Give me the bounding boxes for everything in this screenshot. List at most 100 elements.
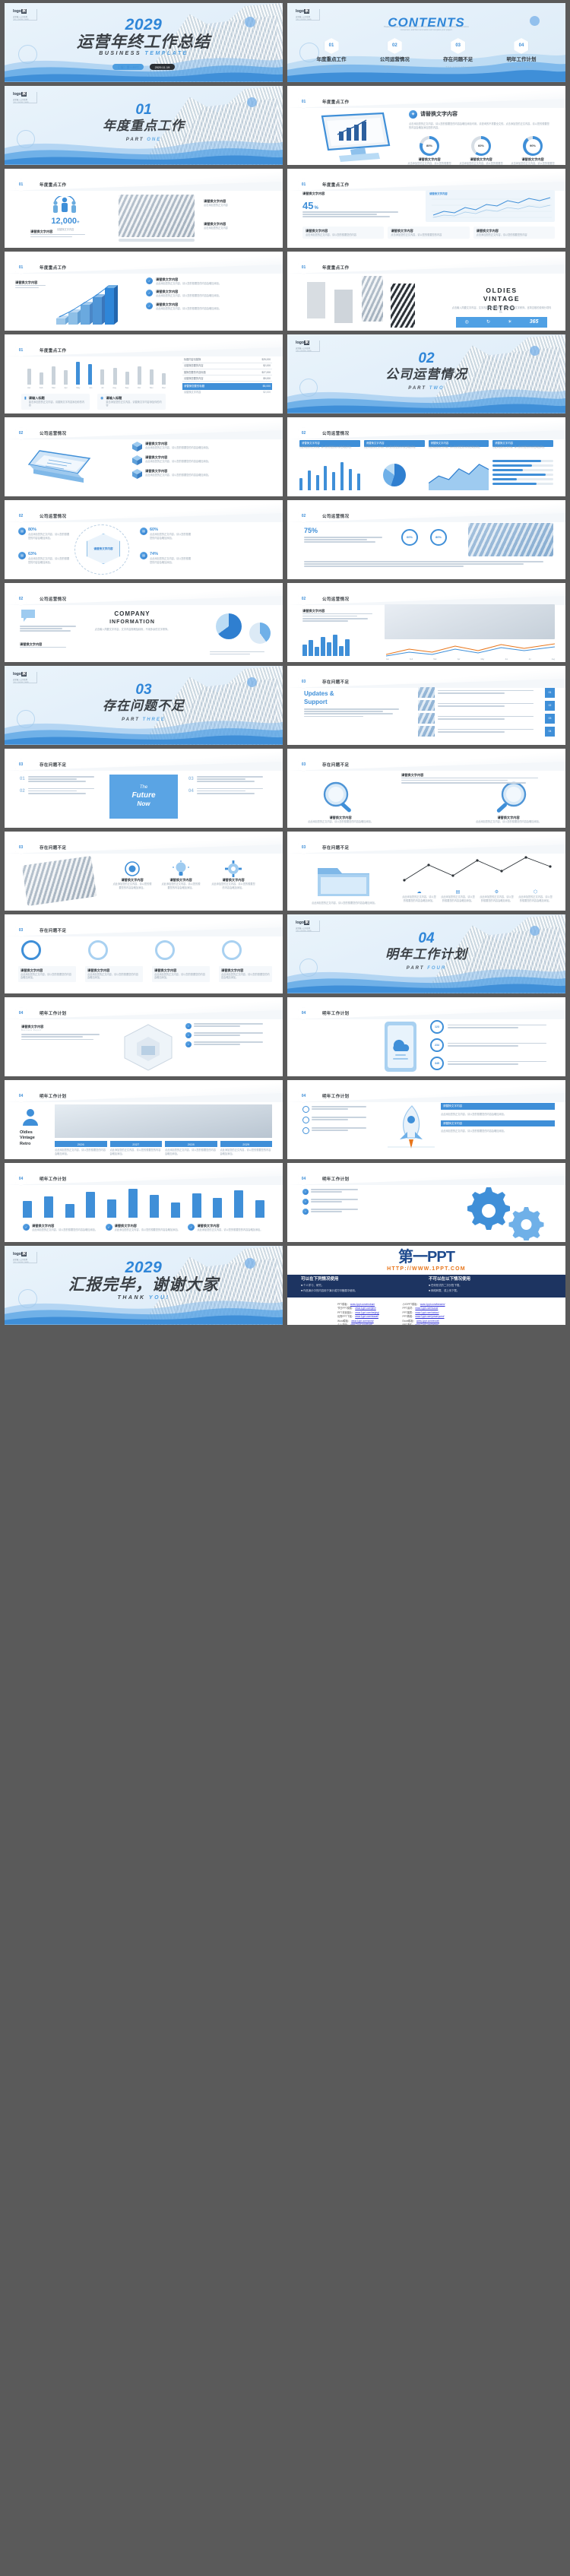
icon-desc: 点此添加您的正文内容，请以您的想要您的内容会略加添加。 xyxy=(518,895,553,902)
item-number: 01 xyxy=(20,777,25,781)
slide-bars-and-table[interactable]: 01 年度重点工作 Jan Feb Mar Apr May Jun Jul Au… xyxy=(5,334,283,413)
stat-value: 12,000+ xyxy=(51,217,80,226)
slide-hexagon-percent[interactable]: 02 公司运营情况 请替换文字内容 ▤ 80% 点此添加您的正文内容，请以您的想… xyxy=(5,500,283,579)
chart-desc: 点此添加您的正文内容，请以您的想要您的内容会略加添加。 xyxy=(299,446,353,448)
section-part: PART FOUR xyxy=(287,965,565,971)
card-desc: 单击添加您的正文内容，请替换文字内容添加你的内容 xyxy=(28,400,85,407)
contents-item-2[interactable]: 02 公司运营情况 The part two xyxy=(372,38,417,68)
left-caption-text: 点此添加您的正文内容，请以您的想要您的内容会略加添加。 xyxy=(311,901,378,905)
card-desc: 点击添加您的正文内容，请以您的想要您的内容 xyxy=(306,233,356,236)
value-badge: 345 xyxy=(430,1057,444,1070)
slide-company-information[interactable]: 02 公司运营情况 请替换文字内容 COMPANY INFORMATION 点击… xyxy=(5,583,283,662)
tablet-photo xyxy=(21,855,97,907)
cover-slide[interactable]: logo来 这里输入公司名称 THE COMPANY NAME 2029 运营年… xyxy=(5,3,283,82)
list-item[interactable]: 04 xyxy=(418,726,555,737)
card-title: 请替换文字内容 xyxy=(441,1103,555,1110)
chart-desc: 点此添加您的正文内容，请以您的想要您的内容会略加添加。 xyxy=(363,446,417,448)
stat-desc: 点此添加您的正文内容，请以您的想要您的内容会略加添加。 xyxy=(150,557,192,565)
slide-city-timeline[interactable]: 04 明年工作计划 Oldies Vintage Retro 2026 2027… xyxy=(5,1080,283,1159)
logo-mark: logo xyxy=(296,9,304,14)
magnifier-icon xyxy=(323,781,351,813)
brand-license-slide[interactable]: 第一PPT HTTP://WWW.1PPT.COM 可以在下列情况使用 ■ 个人… xyxy=(287,1246,565,1325)
dot-icon: • xyxy=(302,1199,309,1205)
card-item: 请替换文字内容 点此添加您的正文内容，请以您的想要您的内容会略加添加。 xyxy=(219,966,272,983)
section-divider-03[interactable]: logo来 这里输入公司名称 THE COMPANY NAME 03 存在问题不… xyxy=(5,666,283,745)
slide-future-now[interactable]: 03 存在问题不足 The Future Now 01 02 03 04 xyxy=(5,749,283,828)
header-label: 公司运营情况 xyxy=(40,515,67,519)
slide-magnifier[interactable]: 03 存在问题不足 请替换文字内容 点此添加您的正文内容，请以您的想要您的内容会… xyxy=(287,749,565,828)
thankyou-slide[interactable]: logo来 这里输入公司名称 THE COMPANY NAME 2029 汇报完… xyxy=(5,1246,283,1325)
left-text xyxy=(302,211,409,219)
slide-vintage-photos[interactable]: 01 年度重点工作 OLDIES VINTAGE RETRO 点击输入简要文字内… xyxy=(287,252,565,331)
list-item[interactable]: 02 xyxy=(418,700,555,711)
slide-75-percent-photo[interactable]: 02 公司运营情况 75% 60% 80% xyxy=(287,500,565,579)
list-item: • xyxy=(185,1023,269,1029)
card-desc: 点此添加您的正文内容，请以您的想要您的内容会略加添加。 xyxy=(87,972,138,980)
slide-stat-laptop[interactable]: 01 年度重点工作 12,000+ 请替换文字内容 请替换文字内容 请替换文字内… xyxy=(5,169,283,248)
slide-phone-cloud[interactable]: 04 明年工作计划 123 234 345 xyxy=(287,997,565,1076)
card-desc: 点此添加您的正文内容，请以您的想要您的内容会略加添加。 xyxy=(221,972,270,980)
section-divider-04[interactable]: logo来 这里输入公司名称 THE COMPANY NAME 04 明年工作计… xyxy=(287,914,565,993)
donut-group: 80% 请替换文字内容 点击添加您的正文内容，请以您的想要您的内容会略加添加 6… xyxy=(407,136,555,165)
right-items: 03 04 xyxy=(188,776,271,795)
card-desc: 点此添加您的正文内容，请以您的想要您的内容会略加添加。 xyxy=(145,473,211,477)
contents-item-number: 01 xyxy=(324,38,339,54)
value-rows: 123 234 345 xyxy=(430,1020,555,1070)
logo-mark-badge: 来 xyxy=(21,672,27,676)
table-cell-label: 请替换您要的内容 xyxy=(184,376,204,380)
slide-percent-linechart[interactable]: 01 年度重点工作 请替换文字内容 45 % 请替换文字内容 请替换文字内容 点… xyxy=(287,169,565,248)
slide-updates-support[interactable]: 03 存在问题不足 Updates & Support 01 02 03 04 xyxy=(287,666,565,745)
reporter-badge: 汇报：第一PPT xyxy=(112,64,144,71)
slide-3d-bars[interactable]: 01 年度重点工作 请替换文字内容 ✓ 请替换文字内容 点此添加您的正文内容，请… xyxy=(5,252,283,331)
left-desc: 点此添加您的正文内容，请以您的想要您的内容会略加添加。 xyxy=(307,819,374,823)
user-avatar xyxy=(21,1107,40,1126)
link-row[interactable]: PPT教程： www.1ppt.com/powerpoint/ xyxy=(403,1314,445,1318)
section-divider-02[interactable]: logo来 这里输入公司名称 THE COMPANY NAME 02 公司运营情… xyxy=(287,334,565,413)
card-desc: 点此添加您的正文内容，请以您的想要您的内容会略加添加。 xyxy=(32,1228,98,1231)
cube-icon xyxy=(132,442,142,452)
diamond-icon: ◈ xyxy=(409,110,417,119)
slide-hexagon-cube[interactable]: 04 明年工作计划 请替换文字内容 Business Report • • • xyxy=(5,997,283,1076)
link-row[interactable]: PPT课件： www.1ppt.com/kejian/ xyxy=(403,1323,445,1325)
photo-block xyxy=(334,290,353,323)
brand-logo-a: 第 xyxy=(398,1249,413,1266)
contents-item-4[interactable]: 04 明年工作计划 The part four xyxy=(499,38,544,68)
slide-four-rings[interactable]: 03 存在问题不足 请替换文字内容 点此添加您的正文内容，请以您的想要您的内容会… xyxy=(5,914,283,993)
contents-item-number: 03 xyxy=(451,38,466,54)
axis-tick: Apr xyxy=(457,657,461,661)
progress-item xyxy=(492,464,553,467)
axis-tick: Mar xyxy=(52,386,55,389)
contents-item-1[interactable]: 01 年度重点工作 The part one xyxy=(309,38,354,68)
slide-monitor-donuts[interactable]: 01 年度重点工作 ◈ 请替换文字内容 点击添加您的正文内容，请以您的想要您的内… xyxy=(287,86,565,165)
donut-value: 80% xyxy=(422,138,437,154)
section-part: PART TWO xyxy=(287,385,565,391)
stat-item: ▤ 63% 点此添加您的正文内容，请以您的想要您的内容会略加添加。 xyxy=(18,552,71,565)
card-item: 请替换文字内容 点此添加您的正文内容，请以您的想要您的内容会略加添加。 xyxy=(132,455,271,465)
section-title: 公司运营情况 xyxy=(385,367,467,382)
target-icon xyxy=(125,861,140,876)
section-divider-01[interactable]: logo来 这里输入公司名称 THE COMPANY NAME 01 年度重点工… xyxy=(5,86,283,165)
contents-item-3[interactable]: 03 存在问题不足 The part three xyxy=(435,38,481,68)
link-row[interactable]: 优秀PPT下载： www.1ppt.com/xiazai/ xyxy=(337,1314,380,1318)
bar-chart xyxy=(23,1187,264,1218)
left-items: • • • xyxy=(302,1189,363,1215)
logo-mark: logo xyxy=(296,920,304,925)
left-caption: 请替换文字内容 点此添加您的正文内容，请以您的想要您的内容会略加添加。 xyxy=(302,816,378,823)
donut-item: 90% 请替换文字内容 点击添加您的正文内容，请以您的想要您的内容会略加添加 xyxy=(511,136,555,165)
slide-bar-trio[interactable]: 04 明年工作计划 ✓ 请替换文字内容 点此添加您的正文内容，请以您的想要您的内容… xyxy=(5,1163,283,1242)
list-item[interactable]: 01 xyxy=(418,687,555,698)
slide-tablet-icons[interactable]: 03 存在问题不足 请替换文字内容 点此添加您的正文内容，请以您的想要您的内容会… xyxy=(5,832,283,911)
team-icon xyxy=(53,196,76,213)
slide-laptop-cards[interactable]: 02 公司运营情况 请替换文字内容 点此添加您的正文内容，请以您的想要您的内容会… xyxy=(5,417,283,496)
contents-slide[interactable]: logo来 这里输入公司名称 THE COMPANY NAME CONTENTS… xyxy=(287,3,565,82)
logo-mark-badge: 来 xyxy=(21,92,27,97)
slide-rocket-steps[interactable]: 04 明年工作计划 请替换文字内容 点此添加您的正文内容，请以您的想要您的内容会… xyxy=(287,1080,565,1159)
slide-folder-linechart[interactable]: 03 存在问题不足 点此添加您的正文内容，请以您的想要您的内容会略加添加。 ☁ … xyxy=(287,832,565,911)
header-label: 公司运营情况 xyxy=(322,432,350,436)
link-row[interactable]: 节日PPT模板： www.1ppt.com/jieri/ xyxy=(337,1306,380,1310)
list-item[interactable]: 03 xyxy=(418,713,555,724)
slide-four-charts[interactable]: 02 公司运营情况 请替换文字内容 请替换文字内容 请替换文字内容 请替换文字内… xyxy=(287,417,565,496)
slide-desk-charts[interactable]: 02 公司运营情况 请替换文字内容 Jan Feb Mar Apr May Ju… xyxy=(287,583,565,662)
slide-gears[interactable]: 04 明年工作计划 • • • xyxy=(287,1163,565,1242)
link-row[interactable]: 个人简历： www.1ppt.com/jianli/ xyxy=(337,1323,380,1325)
